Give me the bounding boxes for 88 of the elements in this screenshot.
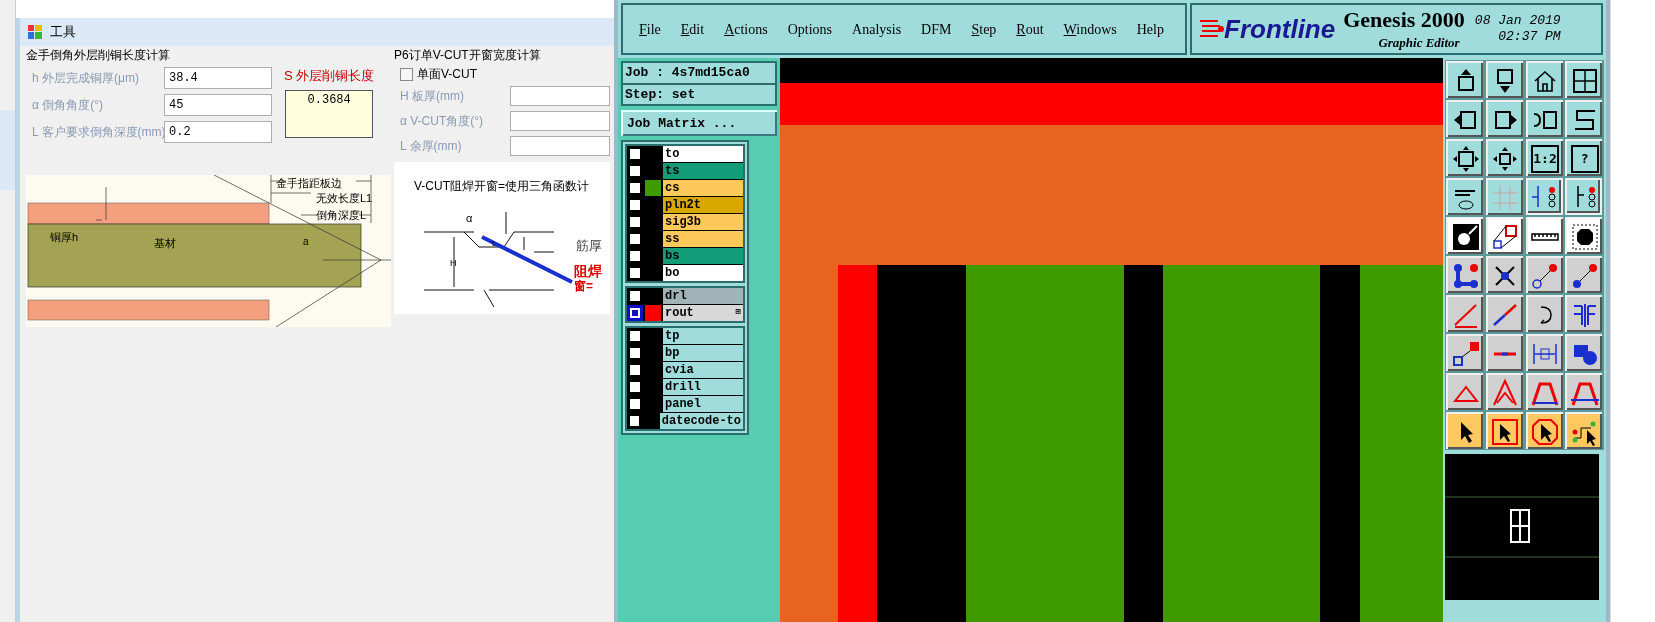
layer-checkbox[interactable] — [627, 304, 643, 321]
menu-item[interactable]: File — [639, 18, 661, 40]
step-label: Step: set — [623, 84, 775, 104]
pointer-icon[interactable] — [1446, 412, 1483, 449]
menu-item[interactable]: DFM — [921, 18, 952, 40]
menu-item[interactable]: Options — [787, 18, 833, 40]
undo-icon[interactable] — [1525, 100, 1563, 137]
input-field[interactable]: 38.4 — [164, 67, 272, 89]
menu-item[interactable]: Edit — [680, 18, 705, 40]
cross-icon[interactable] — [1485, 256, 1523, 293]
s-curve-icon[interactable] — [1565, 100, 1603, 137]
product-subtitle: Graphic Editor — [1378, 34, 1460, 52]
nodes-icon[interactable] — [1446, 256, 1483, 293]
layer-name[interactable]: sig3b — [663, 213, 743, 230]
layer-name[interactable]: drl — [663, 287, 743, 304]
ruler-icon[interactable] — [1525, 217, 1563, 254]
input-field[interactable]: 45 — [164, 94, 272, 116]
pointer-box-icon[interactable] — [1485, 412, 1523, 449]
time: 02:37 PM — [1498, 29, 1561, 46]
layer-name[interactable]: rout ⊞ — [663, 304, 743, 321]
input-field[interactable] — [510, 136, 610, 156]
zoom-center-icon[interactable] — [1485, 139, 1523, 176]
expand-mark: ⊞ — [735, 308, 741, 317]
layer-name[interactable]: pln2t — [663, 196, 743, 213]
route-pointer-icon[interactable] — [1565, 412, 1603, 449]
input-field[interactable] — [510, 111, 610, 131]
mirror-icon[interactable] — [1565, 295, 1603, 332]
chamfer-diagram: 金手指距板边 无效长度L1 倒角深度L 铜厚h 基材 a — [26, 175, 391, 327]
line-segment-icon[interactable] — [1485, 334, 1523, 371]
layer-name[interactable]: ss — [663, 230, 743, 247]
help-icon[interactable]: ? — [1565, 139, 1603, 176]
house-icon[interactable] — [1525, 61, 1563, 98]
arch-icon[interactable] — [1565, 373, 1603, 410]
product-name: Genesis 2000 — [1343, 5, 1465, 33]
result-box: 0.3684 — [285, 90, 374, 138]
download-icon[interactable] — [1485, 61, 1523, 98]
layer-name[interactable]: ts — [663, 162, 743, 179]
layer-name[interactable]: tp — [663, 327, 743, 344]
polygon-icon[interactable] — [1485, 217, 1523, 254]
window-grid-icon[interactable] — [1565, 61, 1603, 98]
menu-item[interactable]: Windows — [1063, 18, 1117, 40]
menu-item[interactable]: Analysis — [852, 18, 902, 40]
layer-name[interactable]: cs — [663, 179, 743, 196]
group-title: P6订单V-CUT开窗宽度计算 — [394, 47, 542, 64]
layer-name[interactable]: cvia — [663, 361, 743, 378]
field-label: h 外层完成铜厚(μm) — [32, 70, 140, 87]
upload-icon[interactable] — [1446, 61, 1483, 98]
app-icon — [28, 25, 42, 39]
layer-name[interactable]: bp — [663, 344, 743, 361]
grid-icon[interactable] — [1485, 178, 1523, 215]
field-label: H 板厚(mm) — [400, 88, 465, 105]
logo: Frontline — [1224, 12, 1336, 46]
vcut-diagram: V-CUT阻焊开窗=使用三角函数计 α L H 筋厚 阻焊 窗= — [394, 162, 610, 314]
menu-item[interactable]: Rout — [1016, 18, 1044, 40]
layer-name[interactable]: drill — [663, 378, 743, 395]
circuit-icon[interactable] — [1565, 178, 1603, 215]
menu-item[interactable]: Help — [1136, 18, 1164, 40]
group-title: 金手倒角外层削铜长度计算 — [26, 47, 171, 64]
result-label: S 外层削铜长度 — [284, 67, 375, 85]
arch-icon[interactable] — [1525, 373, 1563, 410]
menu-item[interactable]: Step — [971, 18, 997, 40]
field-label: L 客户要求倒角深度(mm) — [32, 124, 164, 141]
layer-name[interactable]: panel — [663, 395, 743, 412]
fit-screen-icon[interactable] — [1446, 139, 1483, 176]
measure-icon[interactable] — [1525, 334, 1563, 371]
ratio-icon[interactable]: 1:2 — [1525, 139, 1563, 176]
circuit-icon[interactable] — [1525, 178, 1563, 215]
field-label: α 倒角角度(°) — [32, 97, 105, 114]
rotate-icon[interactable] — [1525, 295, 1563, 332]
field-label: L 余厚(mm) — [400, 138, 463, 155]
input-field[interactable]: 0.2 — [164, 121, 272, 143]
checkbox[interactable] — [400, 67, 413, 81]
date: 08 Jan 2019 — [1474, 12, 1561, 29]
job-label: Job : 4s7md15ca0 — [623, 63, 775, 85]
layer-name[interactable]: bo — [663, 264, 743, 281]
checkbox-label: 单面V-CUT — [417, 66, 477, 83]
peak-icon[interactable] — [1485, 373, 1523, 410]
window-title: 工具 — [50, 23, 76, 42]
job-matrix-button[interactable]: Job Matrix ... — [621, 110, 777, 136]
field-label: α V-CUT角度(°) — [400, 113, 485, 130]
layer-name[interactable]: to — [663, 145, 743, 162]
layer-name[interactable]: datecode-to — [659, 412, 743, 429]
input-field[interactable] — [510, 86, 610, 106]
logo-stripes-icon — [1200, 18, 1224, 40]
menu-item[interactable]: Actions — [724, 18, 768, 40]
layer-name[interactable]: bs — [663, 247, 743, 264]
shapes-icon[interactable] — [1565, 334, 1603, 371]
tools-icon[interactable] — [1446, 178, 1483, 215]
